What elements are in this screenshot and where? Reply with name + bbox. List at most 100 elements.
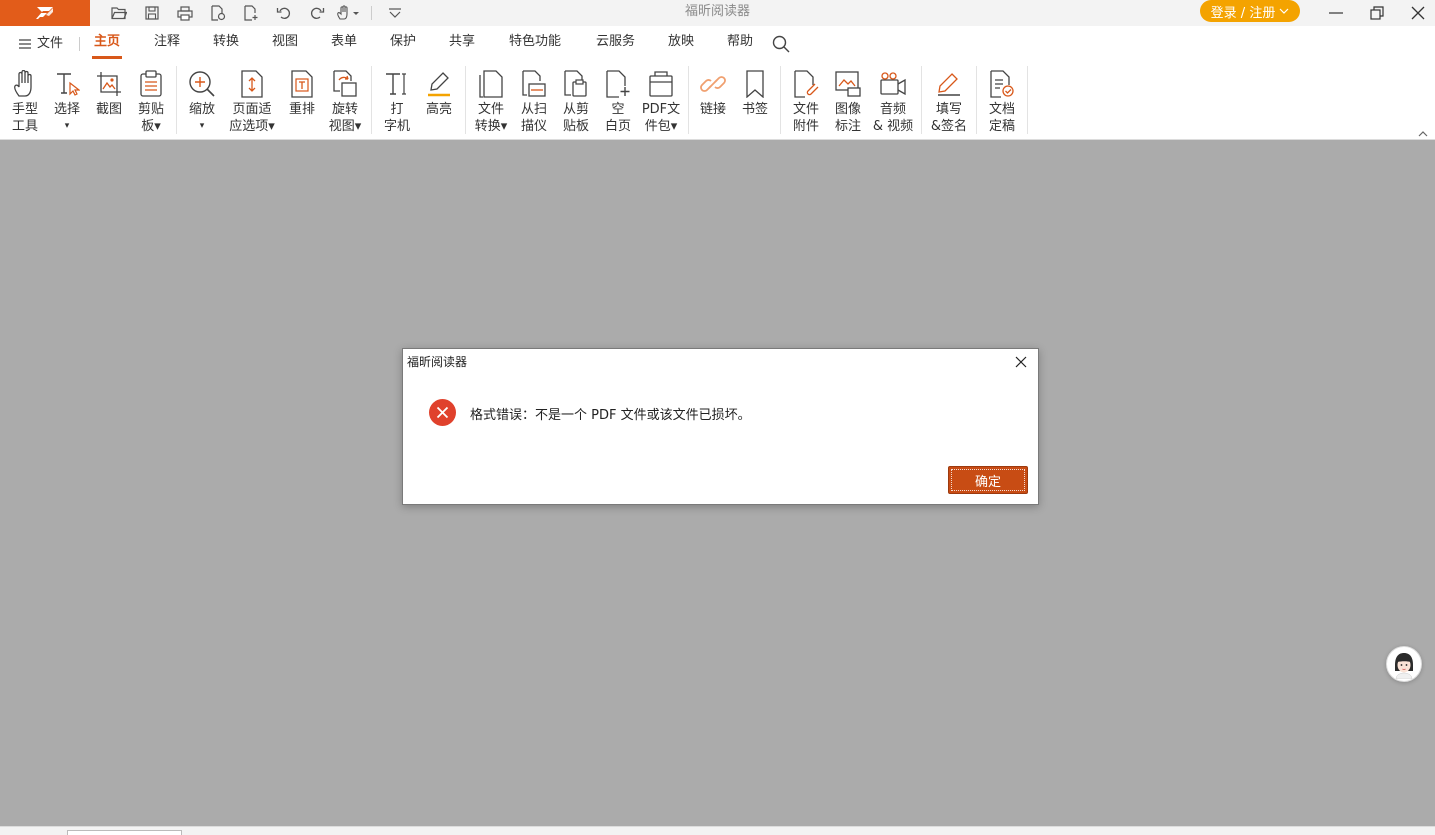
audio-video-label-1: 音频 [879, 102, 906, 117]
tab-slideshow[interactable]: 放映 [668, 26, 694, 62]
redo-icon[interactable] [300, 0, 333, 26]
tab-comment[interactable]: 注释 [154, 26, 180, 62]
fill-sign-button[interactable]: 填写 &签名 [929, 62, 969, 140]
avatar-icon [1395, 653, 1413, 679]
file-attachment-label-2: 附件 [792, 119, 819, 134]
dialog-close-button[interactable] [1010, 352, 1032, 372]
select-label-1: 选择 [53, 102, 80, 117]
undo-icon[interactable] [267, 0, 300, 26]
screenshot-label: 截图 [95, 102, 122, 117]
collapse-ribbon-button[interactable] [1418, 126, 1432, 138]
bookmark-button[interactable]: 书签 [738, 62, 772, 140]
from-clipboard-label-1: 从剪 [562, 102, 589, 117]
rotate-view-label-2: 视图▾ [328, 119, 362, 134]
link-button[interactable]: 链接 [696, 62, 730, 140]
app-logo[interactable] [0, 0, 90, 26]
search-button[interactable] [772, 34, 790, 54]
properties-icon[interactable] [201, 0, 234, 26]
tab-cloud[interactable]: 云服务 [596, 26, 635, 62]
reflow-button[interactable]: 重排 [286, 62, 318, 140]
link-icon [696, 67, 730, 101]
open-folder-icon[interactable] [102, 0, 135, 26]
assistant-avatar-button[interactable] [1386, 646, 1422, 682]
login-register-button[interactable]: 登录 / 注册 [1200, 0, 1300, 22]
highlight-button[interactable]: 高亮 [422, 62, 456, 140]
typewriter-button[interactable]: 打 字机 [380, 62, 414, 140]
pdf-portfolio-button[interactable]: PDF文 件包▾ [640, 62, 682, 140]
ok-button-label: 确定 [974, 474, 1001, 490]
tab-protect[interactable]: 保护 [390, 26, 416, 62]
select-text-icon [50, 67, 84, 101]
reflow-icon [285, 67, 319, 101]
file-attachment-label-1: 文件 [792, 102, 819, 117]
ribbon-separator [176, 66, 177, 134]
scanner-icon [517, 67, 551, 101]
rotate-view-button[interactable]: 旋转 视图▾ [325, 62, 365, 140]
tab-view[interactable]: 视图 [272, 26, 298, 62]
save-icon[interactable] [135, 0, 168, 26]
file-convert-label-1: 文件 [477, 102, 504, 117]
new-file-icon[interactable] [234, 0, 267, 26]
close-window-button[interactable] [1401, 0, 1435, 26]
restore-button[interactable] [1360, 0, 1394, 26]
status-bar [0, 826, 1435, 835]
foxit-logo-icon [36, 7, 53, 19]
fit-page-button[interactable]: 页面适 应选项▾ [226, 62, 278, 140]
clipboard-icon [134, 67, 168, 101]
highlight-label: 高亮 [425, 102, 452, 117]
image-annotation-label-2: 标注 [834, 119, 861, 134]
audio-video-button[interactable]: 音频 & 视频 [871, 62, 915, 140]
page-number-input[interactable] [67, 830, 182, 835]
tab-form[interactable]: 表单 [331, 26, 357, 62]
from-scanner-button[interactable]: 从扫 描仪 [516, 62, 552, 140]
screenshot-button[interactable]: 截图 [92, 62, 126, 140]
highlight-icon [422, 67, 456, 101]
file-attachment-button[interactable]: 文件 附件 [788, 62, 824, 140]
clipboard-button[interactable]: 剪贴 板▾ [132, 62, 170, 140]
hamburger-icon [19, 39, 31, 49]
minimize-icon [1329, 12, 1343, 14]
title-bar: 福昕阅读器 登录 / 注册 [0, 0, 1435, 26]
hand-tool-label-1: 手型 [11, 102, 38, 117]
file-menu-button[interactable]: 文件 [19, 26, 63, 62]
hand-tool-icon[interactable] [333, 0, 363, 26]
blank-page-button[interactable]: 空 白页 [600, 62, 636, 140]
error-icon [429, 399, 456, 426]
tab-share[interactable]: 共享 [449, 26, 475, 62]
minimize-button[interactable] [1319, 0, 1353, 26]
from-clipboard-button[interactable]: 从剪 贴板 [558, 62, 594, 140]
close-icon [1015, 356, 1027, 368]
finalize-document-label-1: 文档 [988, 102, 1015, 117]
hand-tool-button[interactable]: 手型 工具 [5, 62, 45, 140]
bookmark-label: 书签 [741, 102, 768, 117]
print-icon[interactable] [168, 0, 201, 26]
typewriter-label-2: 字机 [383, 119, 410, 134]
reflow-label: 重排 [288, 102, 315, 117]
select-button[interactable]: 选择 ▾ [49, 62, 85, 140]
ribbon-toolbar: 手型 工具 选择 ▾ 截图 剪贴 板▾ 缩放 ▾ 页面适 应选项▾ 重排 旋转 … [0, 62, 1435, 140]
zoom-icon [185, 67, 219, 101]
customize-icon[interactable] [378, 0, 411, 26]
restore-icon [1370, 6, 1384, 20]
finalize-document-button[interactable]: 文档 定稿 [984, 62, 1020, 140]
tab-help[interactable]: 帮助 [727, 26, 753, 62]
tab-features[interactable]: 特色功能 [509, 26, 561, 62]
blank-page-label-1: 空 [611, 102, 625, 117]
fill-sign-icon [932, 67, 966, 101]
rotate-icon [328, 67, 362, 101]
chevron-up-icon [1418, 131, 1428, 137]
image-annotation-button[interactable]: 图像 标注 [830, 62, 866, 140]
search-icon [772, 35, 790, 53]
tab-convert[interactable]: 转换 [213, 26, 239, 62]
hand-tool-label-2: 工具 [11, 119, 38, 134]
zoom-button[interactable]: 缩放 ▾ [184, 62, 220, 140]
ribbon-separator [921, 66, 922, 134]
quick-access-toolbar [102, 0, 411, 26]
tab-home[interactable]: 主页 [91, 26, 123, 62]
screenshot-icon [92, 67, 126, 101]
fit-page-icon [235, 67, 269, 101]
ok-button[interactable]: 确定 [948, 466, 1028, 494]
file-convert-button[interactable]: 文件 转换▾ [471, 62, 511, 140]
clipboard-label-1: 剪贴 [137, 102, 164, 117]
pdf-portfolio-label-1: PDF文 [641, 102, 681, 117]
